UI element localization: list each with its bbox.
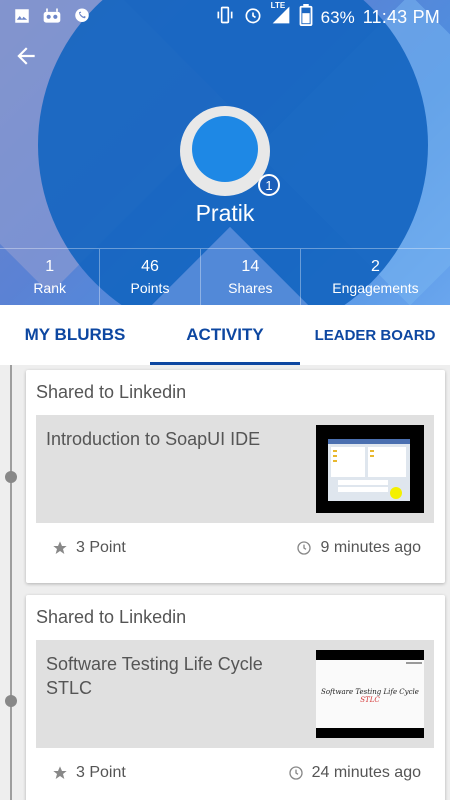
back-button[interactable] (10, 40, 42, 72)
user-name: Pratik (195, 200, 255, 226)
stats-bar: 1 Rank 46 Points 14 Shares 2 Engagements (0, 248, 450, 305)
shared-content[interactable]: Software Testing Life Cycle STLC Softwar… (36, 640, 434, 748)
avatar-image (180, 106, 270, 196)
stat-value: 1 (45, 258, 55, 275)
robot-icon (42, 6, 62, 26)
tab-leader-board[interactable]: LEADER BOARD (300, 305, 450, 365)
phone-chat-icon (72, 6, 92, 26)
stat-value: 14 (241, 258, 260, 275)
points-info: 3 Point (52, 764, 126, 782)
card-footer: 3 Point 24 minutes ago (26, 760, 445, 790)
stat-label: Points (130, 280, 170, 296)
stat-value: 2 (371, 258, 380, 275)
star-icon (53, 766, 67, 779)
tab-my-blurbs[interactable]: MY BLURBS (0, 305, 150, 365)
activity-card[interactable]: Shared to Linkedin Software Testing Life… (26, 595, 445, 800)
activity-feed[interactable]: Shared to Linkedin Introduction to SoapU… (0, 365, 450, 800)
clock-icon (288, 766, 303, 780)
stat-value: 46 (141, 258, 159, 275)
signal-lte-icon: LTE (271, 1, 291, 30)
card-footer: 3 Point 9 minutes ago (26, 535, 445, 565)
points-label: 3 Point (76, 539, 126, 556)
battery-percent: 63% (320, 7, 355, 27)
time-ago: 9 minutes ago (320, 539, 421, 556)
shared-content[interactable]: Introduction to SoapUI IDE (36, 415, 434, 523)
stat-label: Rank (33, 280, 66, 296)
timeline-line (10, 365, 12, 800)
thumbnail-caption: Software Testing Life Cycle STLC (321, 688, 419, 704)
stat-label: Engagements (332, 280, 419, 296)
content-title: Introduction to SoapUI IDE (46, 429, 261, 449)
stat-engagements[interactable]: 2 Engagements (301, 249, 450, 305)
stat-rank[interactable]: 1 Rank (0, 249, 101, 305)
timeline-dot (5, 471, 17, 483)
timeline-dot (5, 695, 17, 707)
activity-card[interactable]: Shared to Linkedin Introduction to SoapU… (26, 370, 445, 583)
share-target-label: Shared to Linkedin (36, 607, 187, 627)
time-info: 24 minutes ago (288, 764, 421, 782)
stat-points[interactable]: 46 Points (100, 249, 201, 305)
tab-activity[interactable]: ACTIVITY (150, 305, 300, 365)
avatar[interactable]: 1 (180, 106, 280, 196)
points-info: 3 Point (52, 539, 126, 557)
time-info: 9 minutes ago (296, 539, 421, 557)
content-title: Software Testing Life Cycle STLC (46, 654, 263, 698)
points-label: 3 Point (76, 764, 126, 781)
avatar-placeholder-icon (192, 116, 258, 182)
network-label: LTE (270, 1, 286, 10)
tab-bar: MY BLURBS ACTIVITY LEADER BOARD (0, 305, 450, 365)
battery-icon (299, 4, 313, 31)
clock-icon (297, 541, 312, 555)
star-icon (53, 541, 67, 554)
share-target-label: Shared to Linkedin (36, 382, 187, 402)
stat-shares[interactable]: 14 Shares (201, 249, 301, 305)
clock: 11:43 PM (362, 7, 440, 27)
image-icon (12, 6, 32, 26)
profile-header: 1 Pratik 1 Rank 46 Points 14 Shares 2 En… (0, 0, 450, 305)
stat-label: Shares (228, 280, 273, 296)
time-ago: 24 minutes ago (311, 764, 421, 781)
video-thumbnail[interactable] (316, 425, 424, 513)
alarm-icon (243, 5, 263, 30)
vibrate-icon (215, 5, 235, 30)
rank-badge: 1 (258, 174, 280, 196)
video-thumbnail[interactable]: Software Testing Life Cycle STLC (316, 650, 424, 738)
soapui-screenshot-image (316, 425, 424, 513)
status-bar: LTE 63% 11:43 PM (0, 0, 450, 32)
arrow-left-icon (17, 47, 35, 65)
